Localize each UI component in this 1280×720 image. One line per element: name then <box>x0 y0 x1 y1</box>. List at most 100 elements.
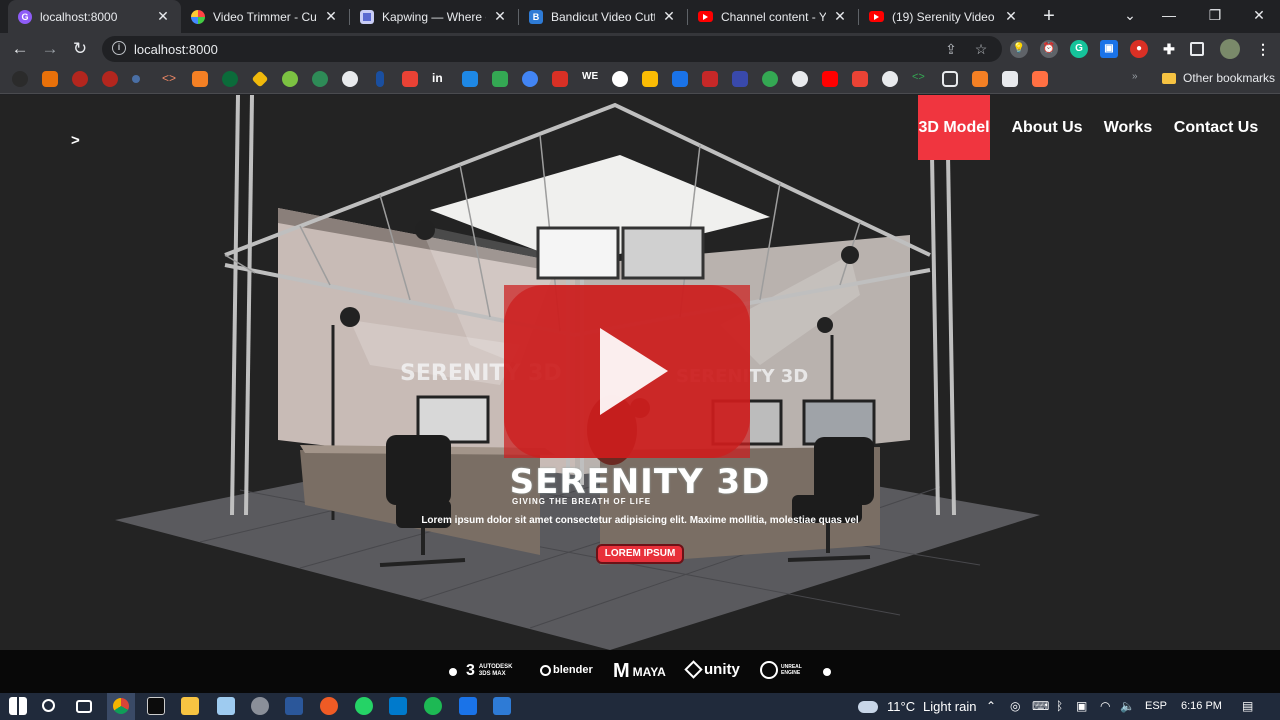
terminal-icon[interactable] <box>147 697 165 715</box>
tab-channel-content[interactable]: Channel content - You ✕ <box>688 0 858 33</box>
weather-desc[interactable]: Light rain <box>923 699 976 714</box>
bookmark-code-icon[interactable]: <> <box>912 71 928 87</box>
close-tab-icon[interactable]: ✕ <box>832 8 848 25</box>
whatsapp-icon[interactable] <box>355 697 373 715</box>
wifi-icon[interactable]: ◠ <box>1100 699 1110 713</box>
bluetooth-icon[interactable]: ᛒ <box>1056 699 1063 713</box>
nav-works[interactable]: Works <box>1100 95 1156 161</box>
bookmark-stack-icon[interactable] <box>192 71 208 87</box>
grammarly-icon[interactable]: G <box>1070 40 1088 58</box>
weather-cloud-icon[interactable] <box>858 701 878 713</box>
close-tab-icon[interactable]: ✕ <box>155 8 171 25</box>
back-icon[interactable]: ← <box>8 37 32 61</box>
bookmark-heart-icon[interactable] <box>552 71 568 87</box>
extensions-puzzle-icon[interactable]: ✚ <box>1160 40 1178 58</box>
extension-capture-icon[interactable]: ▣ <box>1100 40 1118 58</box>
app-icon[interactable] <box>251 697 269 715</box>
postman-icon[interactable] <box>320 697 338 715</box>
bookmark-ef-icon[interactable] <box>672 71 688 87</box>
site-info-icon[interactable]: i <box>112 41 126 55</box>
forward-icon[interactable]: → <box>38 37 62 61</box>
bookmark-lime-icon[interactable] <box>282 71 298 87</box>
extension-record-icon[interactable]: ● <box>1130 40 1148 58</box>
drive-icon[interactable] <box>642 71 658 87</box>
google-icon[interactable] <box>612 71 628 87</box>
hero-cta-button[interactable]: LOREM IPSUM <box>596 544 684 564</box>
bookmark-we-icon[interactable]: WE <box>582 71 598 87</box>
bookmark-dot-icon[interactable] <box>132 75 140 83</box>
carousel-dot-left[interactable] <box>449 668 457 676</box>
task-view-icon[interactable] <box>76 700 92 713</box>
bookmark-blue-icon[interactable] <box>376 71 384 87</box>
bookmark-cp-icon[interactable] <box>42 71 58 87</box>
linkedin-icon[interactable]: in <box>432 71 448 87</box>
notepad-icon[interactable] <box>217 697 235 715</box>
minimize-button[interactable]: — <box>1146 0 1192 33</box>
bookmark-red3-icon[interactable] <box>702 71 718 87</box>
tab-localhost[interactable]: G localhost:8000 ✕ <box>8 0 181 33</box>
bookmark-square-icon[interactable] <box>942 71 958 87</box>
word-icon[interactable] <box>285 697 303 715</box>
bookmark-green2-icon[interactable] <box>762 71 778 87</box>
tab-kapwing[interactable]: Kapwing — Where cre ✕ <box>350 0 518 33</box>
close-tab-icon[interactable]: ✕ <box>492 8 508 25</box>
nav-contact-us[interactable]: Contact Us <box>1172 95 1260 161</box>
address-bar[interactable]: i localhost:8000 ⇪ ☆ <box>102 36 1002 62</box>
close-tab-icon[interactable]: ✕ <box>1003 8 1019 25</box>
profile-avatar-icon[interactable] <box>1220 39 1240 59</box>
bookmark-globe-icon[interactable] <box>792 71 808 87</box>
ime-icon[interactable]: ⌨ <box>1032 699 1049 713</box>
more-menu-icon[interactable]: ⋮ <box>1254 40 1272 58</box>
bookmark-orange-icon[interactable] <box>1032 71 1048 87</box>
bandicut-taskbar-icon[interactable] <box>493 697 511 715</box>
url-text[interactable]: localhost:8000 <box>134 42 218 57</box>
bookmark-globe2-icon[interactable] <box>882 71 898 87</box>
bookmark-red2-icon[interactable] <box>102 71 118 87</box>
bookmark-wifi-icon[interactable] <box>522 71 538 87</box>
clock-time[interactable]: 6:16 PM <box>1181 700 1222 712</box>
binance-icon[interactable] <box>251 70 269 88</box>
weather-temp[interactable]: 11°C <box>887 699 915 714</box>
tray-app-icon[interactable]: ◎ <box>1010 699 1020 713</box>
bookmarks-overflow-icon[interactable]: » <box>1132 71 1148 87</box>
file-explorer-icon[interactable] <box>181 697 199 715</box>
notifications-icon[interactable]: ▤ <box>1242 699 1253 713</box>
extension-alarm-icon[interactable]: ⏰ <box>1040 40 1058 58</box>
search-icon[interactable] <box>42 699 55 712</box>
new-tab-button[interactable]: + <box>1038 4 1060 28</box>
close-tab-icon[interactable]: ✕ <box>661 8 677 25</box>
bookmark-w-icon[interactable] <box>462 71 478 87</box>
tab-bandicut[interactable]: B Bandicut Video Cutter, ✕ <box>519 0 687 33</box>
close-window-button[interactable]: ✕ <box>1236 0 1280 33</box>
tab-serenity-video[interactable]: (19) Serenity Video - Y ✕ <box>859 0 1029 33</box>
screen-capture-icon[interactable] <box>459 697 477 715</box>
tray-capture-icon[interactable]: ▣ <box>1076 699 1087 713</box>
close-tab-icon[interactable]: ✕ <box>323 8 339 25</box>
nav-about-us[interactable]: About Us <box>1008 95 1086 161</box>
carousel-dot-right[interactable] <box>823 668 831 676</box>
bookmark-gt-icon[interactable] <box>342 71 358 87</box>
side-panel-icon[interactable] <box>1190 42 1204 56</box>
tray-chevron-icon[interactable]: ⌃ <box>986 699 996 713</box>
share-icon[interactable]: ⇪ <box>942 40 960 58</box>
windows-start-icon[interactable] <box>9 697 27 715</box>
menu-toggle[interactable]: > <box>71 132 80 149</box>
youtube-bookmark-icon[interactable] <box>822 71 838 87</box>
bookmark-leaf-icon[interactable] <box>312 71 328 87</box>
bookmark-stack2-icon[interactable] <box>972 71 988 87</box>
bookmark-chart-icon[interactable] <box>402 71 418 87</box>
github-icon[interactable] <box>12 71 28 87</box>
nav-3d-model[interactable]: 3D Model <box>918 95 990 160</box>
bookmark-red-icon[interactable] <box>72 71 88 87</box>
tab-video-trimmer[interactable]: Video Trimmer - Cut Vi ✕ <box>181 0 349 33</box>
reload-icon[interactable]: ↻ <box>68 37 92 61</box>
vscode-icon[interactable] <box>389 697 407 715</box>
language-indicator[interactable]: ESP <box>1145 700 1167 712</box>
bookmark-qr-icon[interactable] <box>1002 71 1018 87</box>
code-icon[interactable]: <> <box>162 71 178 87</box>
extension-bulb-icon[interactable]: 💡 <box>1010 40 1028 58</box>
spotify-icon[interactable] <box>424 697 442 715</box>
gmail-icon[interactable] <box>852 71 868 87</box>
bookmark-star-icon[interactable]: ☆ <box>972 40 990 58</box>
bookmark-rb-icon[interactable] <box>732 71 748 87</box>
